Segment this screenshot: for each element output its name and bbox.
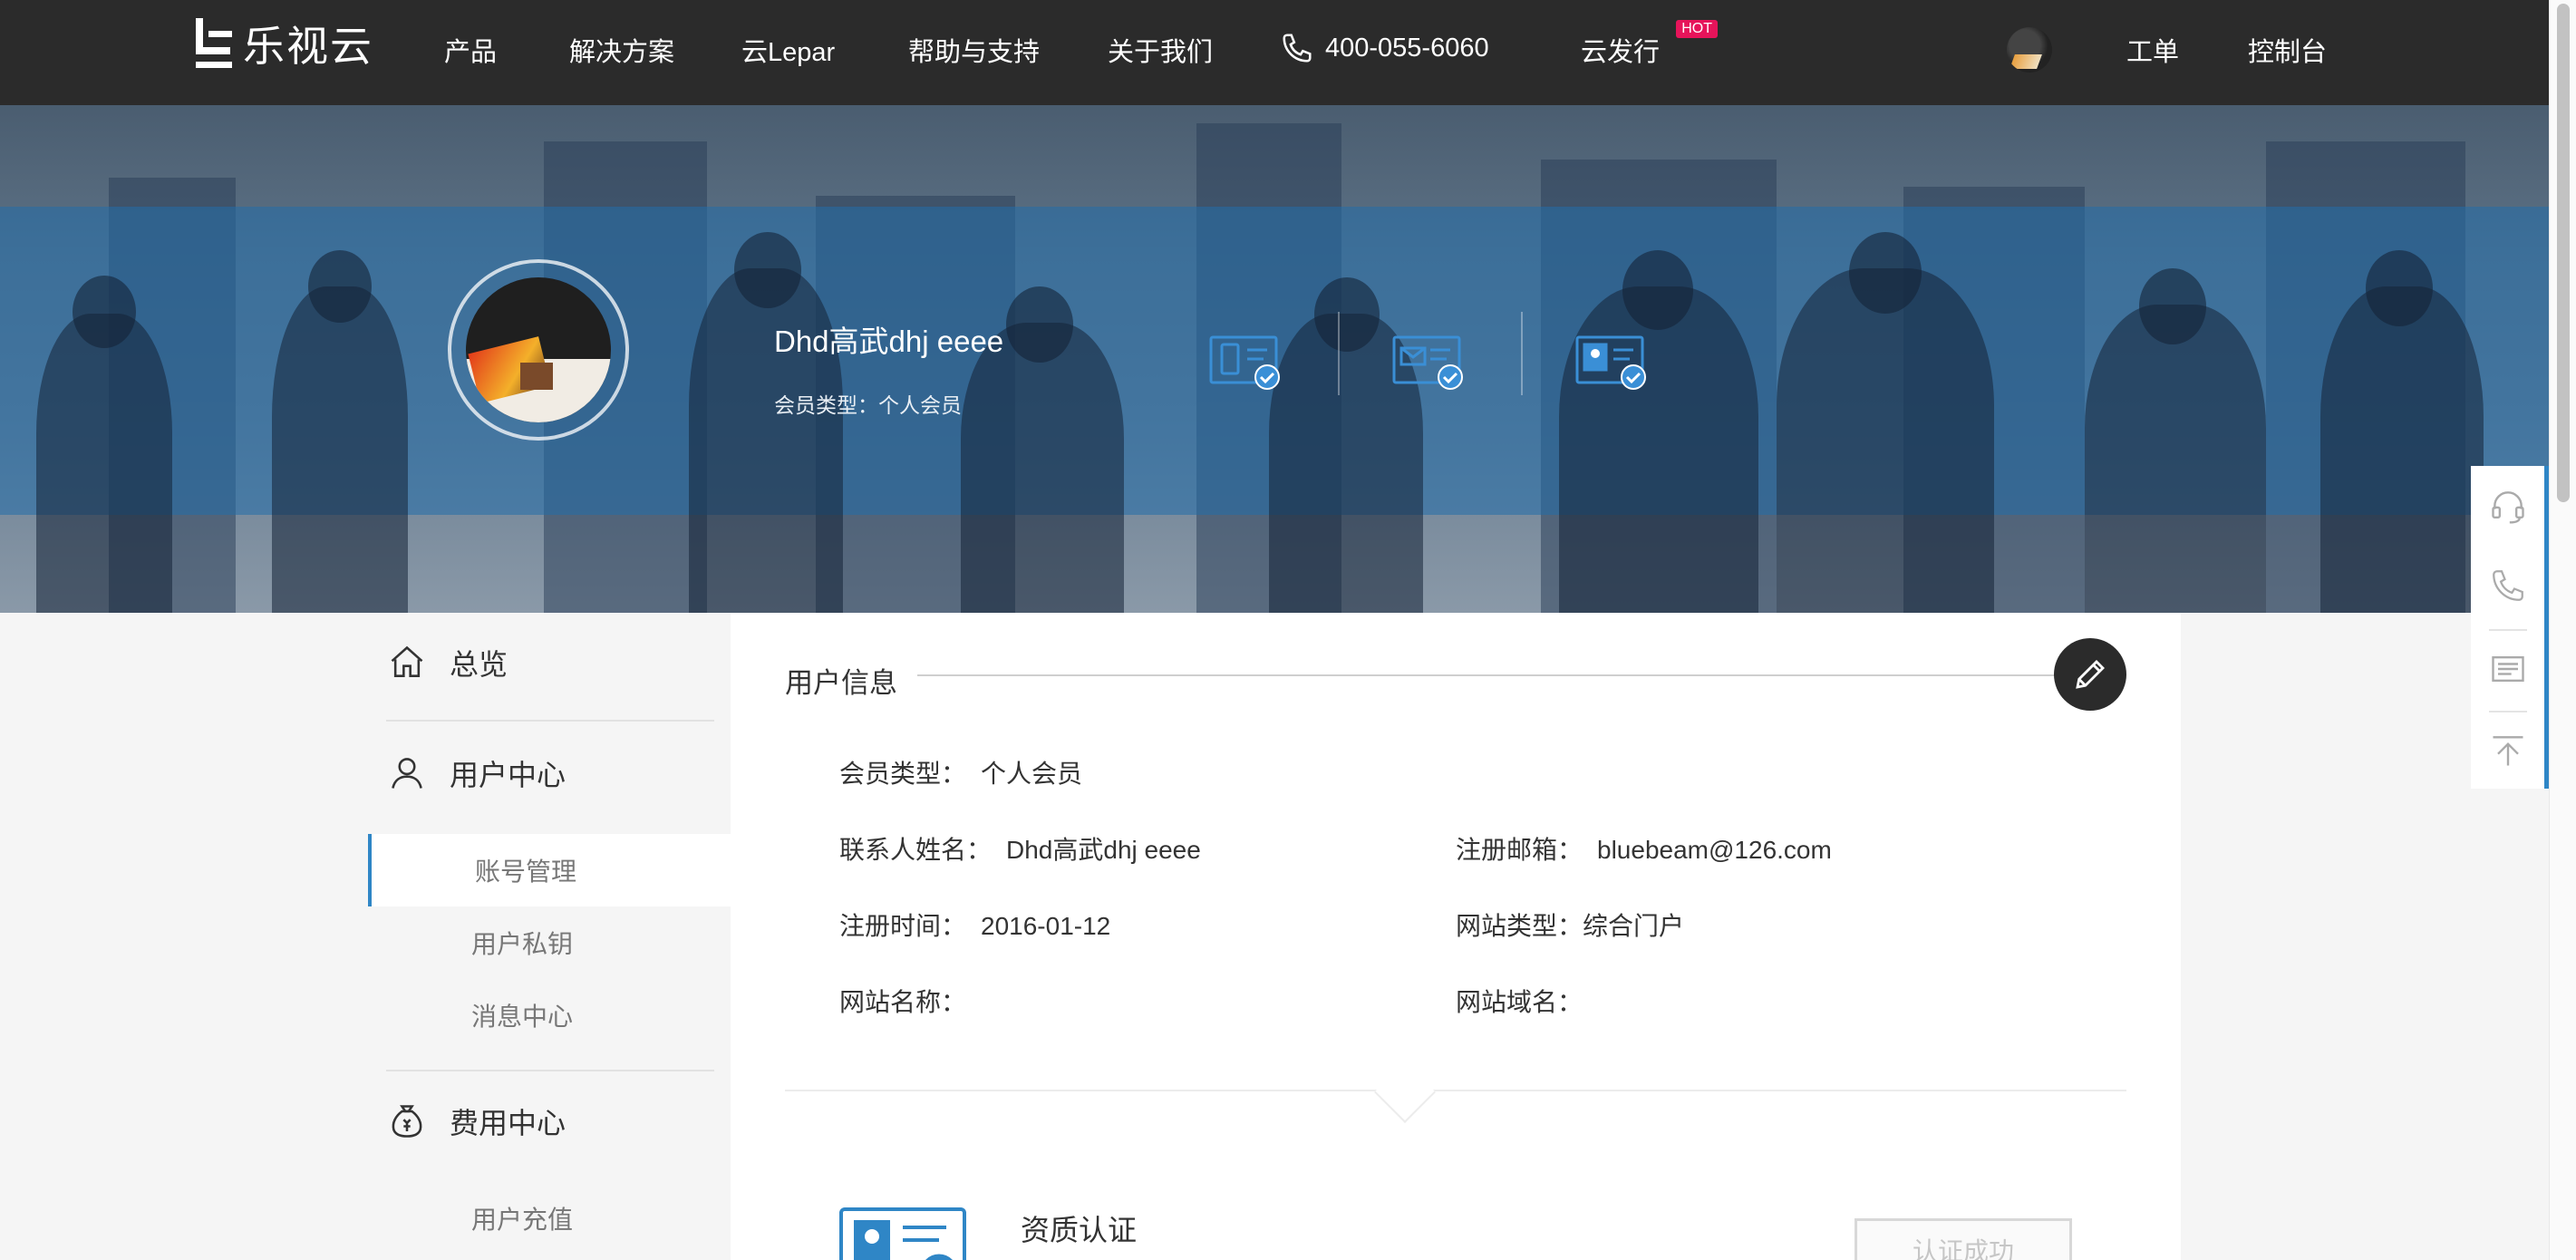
cloud-publish-label: 云发行	[1581, 38, 1661, 67]
verify-separator	[1338, 312, 1340, 395]
user-icon	[386, 752, 428, 794]
verify-separator	[1521, 312, 1523, 395]
nav-help-support[interactable]: 帮助与支持	[908, 31, 1040, 69]
certification-title: 资质认证	[1021, 1214, 1138, 1246]
floating-toolbar	[2471, 466, 2549, 789]
section-title: 用户信息	[785, 667, 897, 699]
email-row: 注册邮箱： bluebeam@126.com	[1456, 830, 1832, 867]
user-info-panel: 用户信息 会员类型： 个人会员 联系人姓名： Dhd高武dhj eeee 注册邮箱：…	[731, 613, 2181, 1260]
user-avatar[interactable]	[2007, 27, 2052, 73]
contact-name-row: 联系人姓名： Dhd高武dhj eeee	[839, 830, 1201, 867]
site-name-label: 网站名称：	[839, 988, 967, 1016]
profile-member-type: 会员类型：个人会员	[774, 393, 962, 417]
email-verified-icon[interactable]	[1390, 334, 1467, 392]
message-button[interactable]	[2471, 629, 2544, 709]
sidebar-item-user-private-key[interactable]: 用户私钥	[368, 906, 731, 979]
member-type-label: 会员类型：	[839, 760, 967, 788]
sidebar-billing-center-label: 费用中心	[450, 1107, 567, 1139]
logo-mark-icon	[194, 18, 234, 69]
home-icon	[386, 642, 428, 683]
certificate-icon	[839, 1207, 966, 1260]
logo-text: 乐视云	[243, 23, 373, 70]
pencil-icon	[2076, 660, 2105, 689]
phone-icon	[1283, 34, 1312, 63]
email-label: 注册邮箱：	[1456, 836, 1583, 864]
profile-avatar-ring	[448, 259, 629, 441]
contact-name-label: 联系人姓名：	[839, 836, 993, 864]
phone-number: 400-055-6060	[1325, 33, 1489, 63]
domain-label: 网站域名：	[1456, 988, 1583, 1016]
certification-success-button[interactable]: 认证成功	[1855, 1218, 2072, 1260]
sidebar-item-message-center[interactable]: 消息中心	[368, 979, 731, 1052]
section-divider	[785, 1090, 2126, 1091]
sidebar-user-center-label: 用户中心	[450, 759, 567, 791]
scrollbar-thumb[interactable]	[2557, 4, 2570, 502]
site-name-row: 网站名称：	[839, 983, 981, 1019]
logo[interactable]: 乐视云	[194, 16, 373, 71]
profile-avatar[interactable]	[466, 277, 611, 422]
nav-ticket[interactable]: 工单	[2126, 31, 2179, 69]
sidebar: 总览 用户中心 账号管理 用户私钥 消息中心 费用中心 用户充值	[368, 613, 731, 1260]
registration-time-value: 2016-01-12	[981, 912, 1111, 940]
nav-products[interactable]: 产品	[444, 31, 497, 69]
headset-icon	[2491, 491, 2524, 524]
registration-time-label: 注册时间：	[839, 912, 967, 940]
vertical-scrollbar[interactable]	[2549, 0, 2576, 1260]
site-type-value: 综合门户	[1583, 912, 1685, 940]
sidebar-divider	[386, 720, 714, 722]
site-type-row: 网站类型：综合门户	[1456, 906, 1684, 943]
nav-solutions[interactable]: 解决方案	[569, 31, 674, 69]
customer-service-button[interactable]	[2471, 466, 2544, 546]
nav-phone[interactable]: 400-055-6060	[1280, 31, 1489, 65]
member-type-value: 个人会员	[981, 760, 1083, 788]
sidebar-item-overview[interactable]: 总览	[386, 642, 712, 683]
divider-notch	[1374, 1061, 1436, 1123]
back-to-top-button[interactable]	[2471, 711, 2544, 790]
sidebar-overview-label: 总览	[450, 648, 508, 681]
id-verified-icon[interactable]	[1574, 334, 1650, 392]
phone-icon	[2492, 570, 2523, 601]
hot-badge: HOT	[1676, 20, 1719, 38]
email-value: bluebeam@126.com	[1597, 836, 1832, 864]
nav-lepar[interactable]: 云Lepar	[741, 31, 835, 69]
sidebar-group-user-center[interactable]: 用户中心	[386, 752, 712, 794]
contact-name-value: Dhd高武dhj eeee	[1006, 836, 1201, 864]
money-bag-icon	[386, 1100, 428, 1142]
registration-time-row: 注册时间： 2016-01-12	[839, 906, 1110, 943]
phone-contact-button[interactable]	[2471, 546, 2544, 625]
nav-about-us[interactable]: 关于我们	[1108, 31, 1213, 69]
profile-username: Dhd高武dhj eeee	[774, 325, 1004, 358]
edit-button[interactable]	[2054, 638, 2126, 711]
sidebar-group-billing-center[interactable]: 费用中心	[386, 1100, 712, 1142]
nav-console[interactable]: 控制台	[2248, 31, 2327, 69]
phone-verified-icon[interactable]	[1207, 334, 1283, 392]
back-to-top-icon	[2493, 736, 2523, 766]
sidebar-item-account-management[interactable]: 账号管理	[368, 834, 731, 906]
top-navigation: 乐视云 产品 解决方案 云Lepar 帮助与支持 关于我们 400-055-60…	[0, 0, 2549, 105]
nav-cloud-publish[interactable]: 云发行 HOT	[1581, 20, 1719, 69]
title-divider	[917, 674, 2059, 676]
site-type-label: 网站类型：	[1456, 912, 1583, 940]
message-icon	[2491, 655, 2524, 683]
sidebar-item-recharge[interactable]: 用户充值	[368, 1182, 731, 1255]
sidebar-divider	[386, 1070, 714, 1071]
domain-row: 网站域名：	[1456, 983, 1597, 1019]
member-type-row: 会员类型： 个人会员	[839, 754, 1082, 790]
